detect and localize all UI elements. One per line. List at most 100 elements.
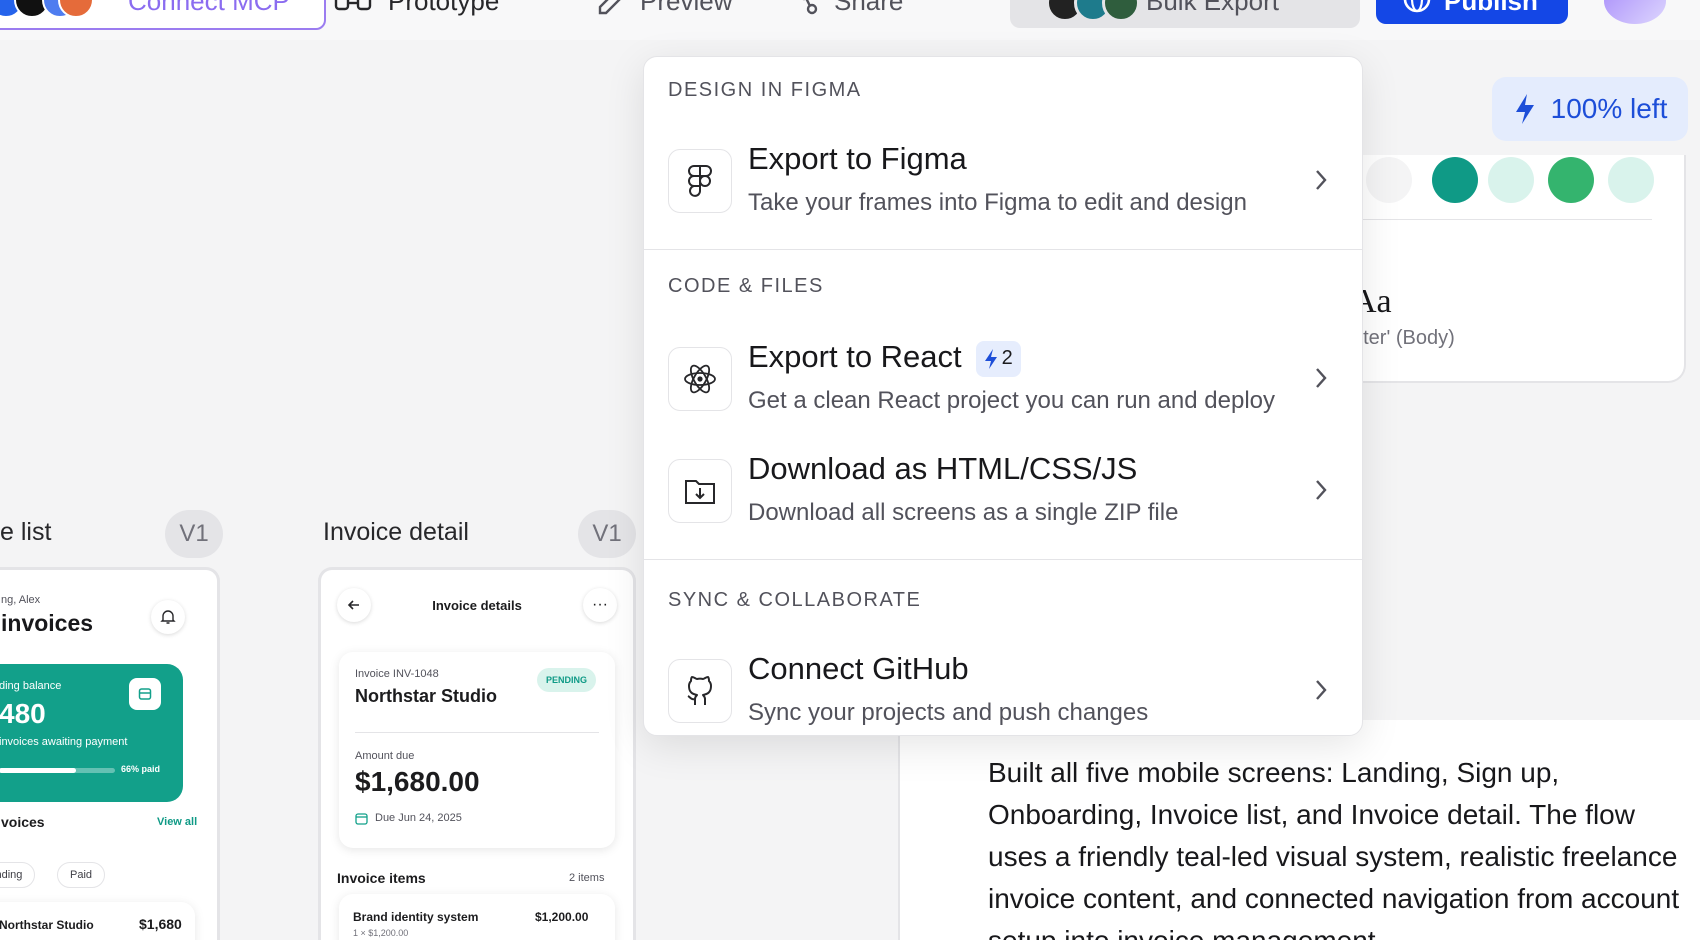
divider — [1362, 219, 1652, 220]
section-header: CODE & FILES — [668, 275, 824, 297]
preview-label: Preview — [640, 0, 733, 16]
more-button[interactable]: ··· — [583, 588, 617, 622]
github-icon-box — [668, 659, 732, 723]
filter-pending[interactable]: Pending — [0, 862, 36, 888]
export-menu: DESIGN IN FIGMA Export to Figma Take you… — [643, 56, 1363, 736]
section-title: voices — [1, 814, 45, 830]
globe-icon — [1403, 0, 1431, 13]
progress-track — [0, 768, 115, 773]
github-icon — [687, 676, 712, 705]
lightning-icon — [1515, 94, 1534, 124]
item-name: Brand identity system — [353, 910, 479, 924]
credit-cost-value: 2 — [1001, 347, 1013, 370]
credit-cost-badge: 2 — [975, 340, 1021, 377]
menu-item-export-react[interactable]: Export to React 2 Get a clean React proje… — [644, 333, 1362, 433]
balance-value: 480 — [0, 698, 46, 729]
folder-download-icon — [685, 480, 715, 504]
share-button[interactable]: Share — [796, 0, 903, 17]
lightning-icon — [984, 348, 997, 369]
calendar-icon — [355, 813, 368, 825]
preview-icon — [598, 0, 621, 14]
menu-item-description: Take your frames into Figma to edit and … — [748, 189, 1247, 216]
menu-item-title: Download as HTML/CSS/JS — [748, 451, 1138, 486]
items-title: Invoice items — [337, 870, 426, 886]
invoice-client: Northstar Studio — [0, 918, 94, 932]
balance-card: ding balance 480 invoices awaiting payme… — [0, 664, 183, 802]
status-badge: PENDING — [537, 668, 597, 692]
share-icon — [805, 0, 818, 14]
color-swatch[interactable] — [1366, 157, 1412, 203]
color-swatch[interactable] — [1432, 157, 1478, 203]
wallet-button[interactable] — [129, 678, 161, 710]
folder-icon-box — [668, 459, 732, 523]
invoice-detail-screen[interactable]: Invoice details ··· Invoice INV-1048 Nor… — [318, 567, 636, 940]
view-all-link[interactable]: View all — [157, 816, 197, 828]
react-icon — [684, 364, 716, 394]
invoice-item-row[interactable]: Brand identity system $1,200.00 1 × $1,2… — [339, 894, 615, 940]
menu-item-description: Get a clean React project you can run an… — [748, 387, 1275, 414]
publish-label: Publish — [1444, 0, 1538, 16]
invoice-number: Invoice INV-1048 — [355, 668, 439, 680]
more-icon: ··· — [592, 596, 608, 613]
balance-label: ding balance — [0, 680, 62, 692]
react-icon-box — [668, 347, 732, 411]
amount-due: $1,680.00 — [355, 766, 480, 797]
prototype-icon — [334, 0, 372, 10]
item-price: $1,200.00 — [535, 910, 589, 924]
color-swatch[interactable] — [1608, 157, 1654, 203]
invoice-summary-card: Invoice INV-1048 Northstar Studio PENDIN… — [339, 652, 615, 848]
menu-item-export-figma[interactable]: Export to Figma Take your frames into Fi… — [644, 135, 1362, 235]
menu-item-download-html[interactable]: Download as HTML/CSS/JS Download all scr… — [644, 445, 1362, 545]
menu-divider — [644, 249, 1362, 250]
version-badge[interactable]: V1 — [578, 510, 636, 558]
section-header: SYNC & COLLABORATE — [668, 589, 922, 611]
figma-icon — [688, 165, 712, 197]
divider — [355, 732, 599, 733]
preview-button[interactable]: Preview — [596, 0, 732, 17]
screen-heading: invoices — [1, 610, 94, 636]
chevron-right-icon — [1316, 680, 1327, 700]
menu-item-description: Download all screens as a single ZIP fil… — [748, 499, 1179, 526]
greeting-text: ng, Alex — [1, 594, 41, 606]
invoice-list-screen[interactable]: ng, Alex invoices ding balance 480 invoi… — [0, 567, 220, 940]
share-label: Share — [834, 0, 904, 16]
bulk-export-label: Bulk Export — [1146, 0, 1279, 16]
user-avatar[interactable] — [1604, 0, 1666, 24]
menu-item-title: Connect GitHub — [748, 651, 969, 686]
chevron-right-icon — [1316, 368, 1327, 388]
menu-divider — [644, 559, 1362, 560]
figma-icon-box — [668, 149, 732, 213]
bell-icon — [160, 610, 176, 624]
version-badge[interactable]: V1 — [165, 510, 223, 558]
typography-name: nter' (Body) — [1352, 327, 1455, 349]
frame-title-invoice-detail[interactable]: Invoice detail — [323, 518, 469, 547]
menu-item-description: Sync your projects and push changes — [748, 699, 1149, 726]
section-header: DESIGN IN FIGMA — [668, 79, 862, 101]
items-count: 2 items — [569, 872, 605, 884]
invoice-row[interactable]: Northstar Studio $1,680 — [0, 902, 195, 940]
credits-label: 100% left — [1550, 93, 1668, 124]
top-toolbar: Connect MCP Prototype Preview Share Bulk… — [0, 0, 1700, 40]
amount-label: Amount due — [355, 750, 415, 762]
prototype-button[interactable]: Prototype — [334, 0, 499, 17]
invoice-client: Northstar Studio — [355, 686, 497, 706]
chevron-right-icon — [1316, 480, 1327, 500]
item-meta: 1 × $1,200.00 — [353, 928, 409, 938]
frame-title-invoice-list[interactable]: e list — [0, 518, 51, 547]
menu-item-title-text: Export to React — [748, 339, 962, 374]
color-swatch[interactable] — [1488, 157, 1534, 203]
chevron-right-icon — [1316, 170, 1327, 190]
prototype-label: Prototype — [388, 0, 500, 16]
publish-button[interactable]: Publish — [1376, 0, 1568, 24]
credits-badge[interactable]: 100% left — [1492, 77, 1688, 141]
menu-item-connect-github[interactable]: Connect GitHub Sync your projects and pu… — [644, 645, 1362, 735]
menu-item-title: Export to React 2 — [748, 339, 1021, 377]
design-system-card: Aa nter' (Body) — [1320, 155, 1686, 383]
due-date: Due Jun 24, 2025 — [375, 812, 462, 824]
notifications-button[interactable] — [151, 600, 185, 634]
chat-panel: Built all five mobile screens: Landing, … — [898, 720, 1700, 940]
wallet-icon — [138, 688, 152, 700]
filter-paid[interactable]: Paid — [57, 862, 106, 888]
color-swatch[interactable] — [1548, 157, 1594, 203]
assistant-message: Built all five mobile screens: Landing, … — [988, 757, 1680, 940]
